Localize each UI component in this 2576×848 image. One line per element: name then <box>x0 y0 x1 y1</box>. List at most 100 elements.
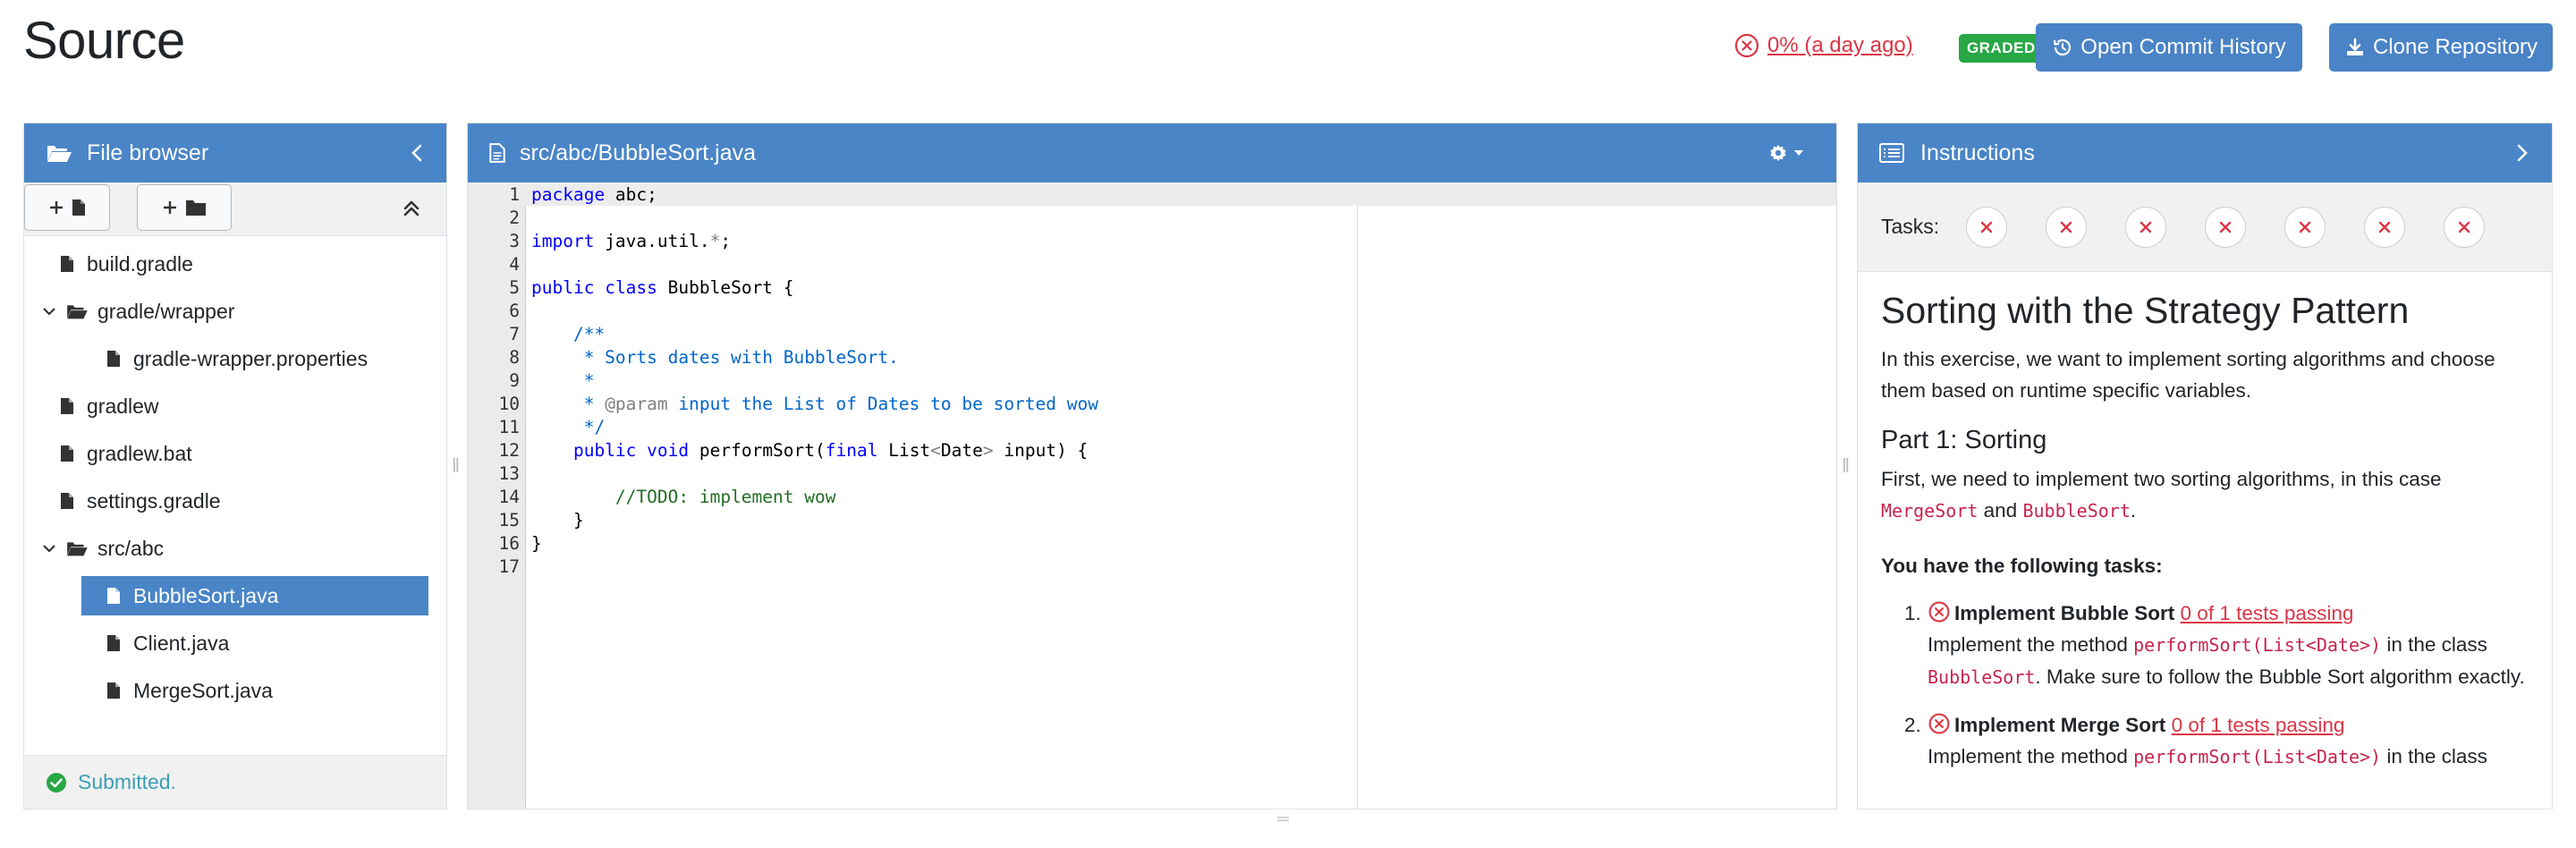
chevron-down-icon[interactable] <box>42 543 56 554</box>
code-line: 13 <box>468 462 1836 485</box>
task-status-list <box>1939 206 2486 248</box>
code-line: 15 } <box>468 508 1836 531</box>
inline-code-mergesort: MergeSort <box>1881 500 1979 522</box>
file-icon <box>489 143 505 163</box>
code-text: package abc; <box>531 183 657 205</box>
tree-item-label: gradle/wrapper <box>97 299 235 323</box>
line-number: 13 <box>498 462 520 484</box>
code-text: /** <box>531 323 606 344</box>
tree-item-gradle-wrapper[interactable]: gradle/wrapper <box>24 292 428 331</box>
tree-item-label: BubbleSort.java <box>133 583 279 607</box>
instructions-heading: Sorting with the Strategy Pattern <box>1881 290 2410 331</box>
task-text: in the class <box>2386 633 2487 656</box>
part1-text: First, we need to implement two sorting … <box>1881 468 2442 490</box>
folder-open-icon <box>67 542 88 556</box>
code-line: 1 package abc; <box>468 182 1836 206</box>
editor-settings-dropdown[interactable] <box>1768 143 1804 163</box>
folder-open-icon <box>67 305 88 319</box>
page-title: Source <box>23 12 185 70</box>
code-text: import java.util.*; <box>531 230 732 251</box>
history-icon <box>2054 38 2072 56</box>
file-icon <box>61 445 73 462</box>
clone-repository-button[interactable]: Clone Repository <box>2329 23 2553 72</box>
code-text: * Sorts dates with BubbleSort. <box>531 346 899 368</box>
code-line: 7 /** <box>468 322 1836 345</box>
chevron-right-icon[interactable] <box>2514 142 2530 164</box>
task-status-circle[interactable] <box>1966 206 2008 248</box>
task-test-status-link[interactable]: 0 of 1 tests passing <box>2172 714 2345 736</box>
file-icon <box>107 351 120 367</box>
tree-item-label: gradle-wrapper.properties <box>133 346 369 370</box>
close-icon <box>2458 221 2470 233</box>
task-test-status-link[interactable]: 0 of 1 tests passing <box>2181 602 2354 624</box>
result-link[interactable]: 0% (a day ago) <box>1767 33 1913 58</box>
code-line: 16} <box>468 531 1836 555</box>
line-number: 12 <box>498 439 520 461</box>
task-list: 1. Implement Bubble Sort 0 of 1 tests pa… <box>1881 598 2529 773</box>
part-heading: Part 1: Sorting <box>1881 426 2047 454</box>
open-commit-history-button[interactable]: Open Commit History <box>2036 23 2302 72</box>
failed-icon <box>1928 713 1950 734</box>
file-icon <box>72 199 85 216</box>
tree-item-label: MergeSort.java <box>133 678 273 702</box>
task-status-circle[interactable] <box>2046 206 2088 248</box>
chevron-down-icon[interactable] <box>42 306 56 317</box>
task-status-circle[interactable] <box>2444 206 2486 248</box>
result-summary[interactable]: 0% (a day ago) <box>1733 32 1913 59</box>
file-icon <box>107 683 120 699</box>
tree-item-label: src/abc <box>97 536 165 560</box>
code-line: 9 * <box>468 369 1836 392</box>
file-browser-header: File browser <box>24 123 446 182</box>
code-line: 10 * @param input the List of Dates to b… <box>468 392 1836 415</box>
tree-item-client-java[interactable]: Client.java <box>24 623 428 663</box>
tree-item-label: Client.java <box>133 631 230 655</box>
tree-item-gradlew-bat[interactable]: gradlew.bat <box>24 434 428 473</box>
task-item: 1. Implement Bubble Sort 0 of 1 tests pa… <box>1881 598 2529 693</box>
tree-item-src-abc[interactable]: src/abc <box>24 529 428 568</box>
code-text: * <box>531 369 595 391</box>
instructions-header: Instructions <box>1858 123 2552 182</box>
resize-handle-right[interactable]: ‖ <box>1842 454 1850 478</box>
task-status-circle[interactable] <box>2205 206 2247 248</box>
task-text: . Make sure to follow the Bubble Sort al… <box>2035 666 2525 688</box>
code-text: public class BubbleSort { <box>531 276 794 298</box>
code-text: //TODO: implement wow <box>531 486 836 507</box>
line-number: 4 <box>509 253 520 275</box>
tree-item-gradle-wrapper-properties[interactable]: gradle-wrapper.properties <box>24 339 428 378</box>
tree-item-build-gradle[interactable]: build.gradle <box>24 244 428 284</box>
file-icon <box>107 635 120 651</box>
code-line: 11 */ <box>468 415 1836 438</box>
code-line: 17 <box>468 555 1836 578</box>
new-file-button[interactable] <box>24 184 110 231</box>
tree-item-settings-gradle[interactable]: settings.gradle <box>24 481 428 521</box>
task-status-circle[interactable] <box>2284 206 2326 248</box>
code-text: * @param input the List of Dates to be s… <box>531 393 1098 414</box>
code-area[interactable]: 1 package abc; 2 3 import java.util.*; 4 5… <box>468 182 1836 809</box>
task-status-circle[interactable] <box>2125 206 2167 248</box>
resize-handle-bottom[interactable]: ═ <box>1277 810 1289 828</box>
file-icon <box>61 493 73 509</box>
close-icon <box>2299 221 2311 233</box>
resize-handle-left[interactable]: ‖ <box>452 454 460 478</box>
line-number: 3 <box>509 230 520 251</box>
close-icon <box>2378 221 2391 233</box>
tree-item-label: gradlew.bat <box>87 441 192 465</box>
tree-item-label: gradlew <box>87 394 159 418</box>
chevron-left-icon[interactable] <box>409 142 425 164</box>
new-folder-button[interactable] <box>137 184 232 231</box>
line-number: 11 <box>498 416 520 437</box>
code-line: 5 public class BubbleSort { <box>468 276 1836 299</box>
task-status-circle[interactable] <box>2364 206 2406 248</box>
tree-item-mergesort-java[interactable]: MergeSort.java <box>24 671 428 710</box>
task-text: Implement the method <box>1928 633 2128 656</box>
tree-item-bubblesort-java[interactable]: BubbleSort.java <box>81 576 428 615</box>
code-editor-panel: src/abc/BubbleSort.java 1 package abc; 2 … <box>467 123 1837 810</box>
failed-icon <box>1734 33 1759 58</box>
collapse-all-icon[interactable] <box>402 199 421 218</box>
code-line: 6 <box>468 299 1836 322</box>
code-line: 12 public void performSort(final List<Da… <box>468 438 1836 462</box>
code-line: 4 <box>468 252 1836 276</box>
tree-item-gradlew[interactable]: gradlew <box>24 386 428 426</box>
code-line: 8 * Sorts dates with BubbleSort. <box>468 345 1836 369</box>
tasks-heading: You have the following tasks: <box>1881 555 2163 577</box>
